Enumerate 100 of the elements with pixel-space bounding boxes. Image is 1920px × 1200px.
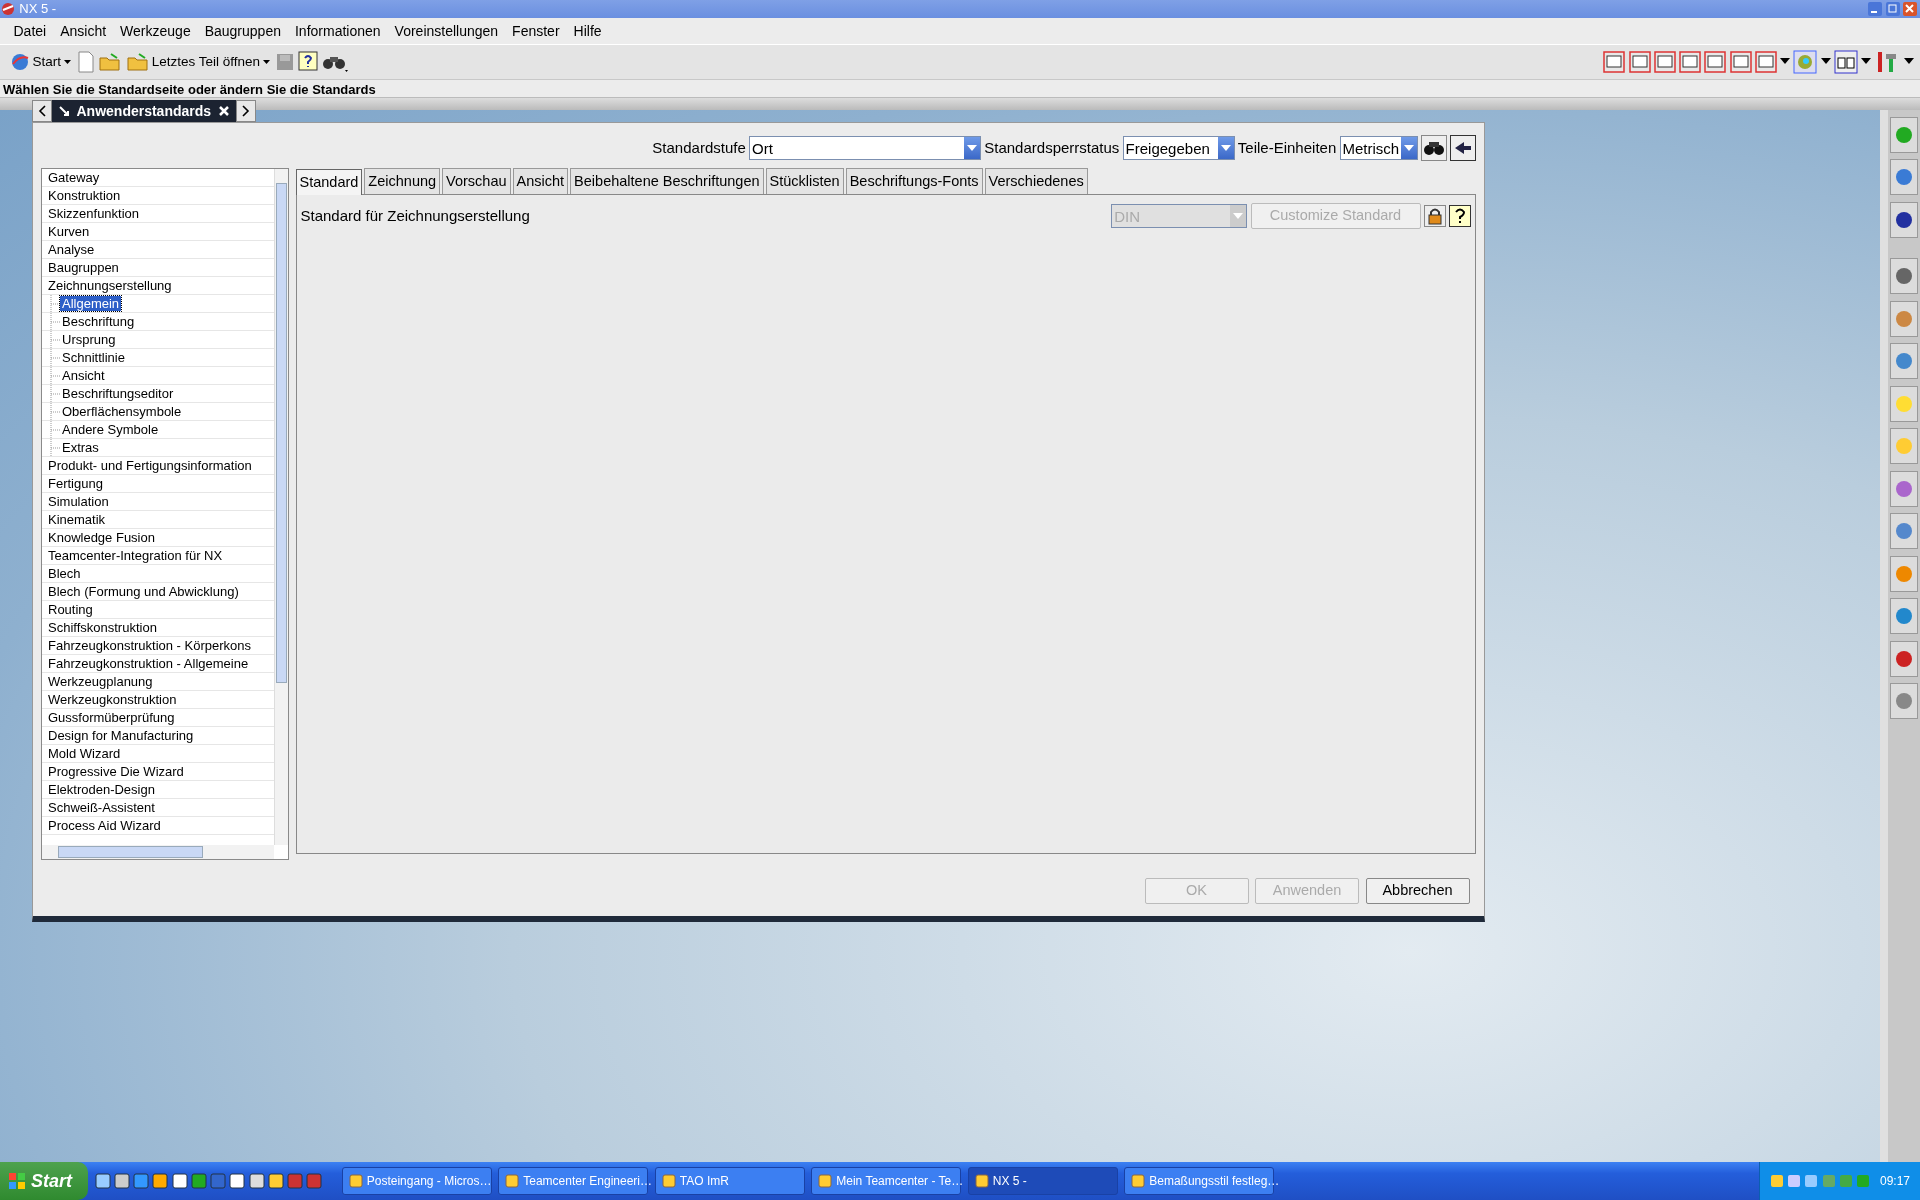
- dropdown-arrow-icon[interactable]: [1780, 58, 1790, 66]
- menu-item[interactable]: Hilfe: [566, 20, 609, 42]
- tree-item[interactable]: Schweiß-Assistent: [46, 799, 157, 815]
- previous-tab-button[interactable]: [32, 100, 52, 122]
- menu-item[interactable]: Datei: [6, 20, 54, 42]
- tree-item[interactable]: Konstruktion: [46, 187, 123, 203]
- layout-icon[interactable]: [1833, 50, 1858, 74]
- taskbar-button[interactable]: Posteingang - Micros…: [341, 1167, 492, 1195]
- open-folder-icon[interactable]: [98, 52, 121, 72]
- tree-item[interactable]: Knowledge Fusion: [46, 529, 157, 545]
- taskbar-button[interactable]: TAO ImR: [654, 1167, 805, 1195]
- quick-launch-icon[interactable]: [94, 1173, 111, 1189]
- tab[interactable]: Vorschau: [442, 167, 511, 195]
- start-button[interactable]: Start: [6, 51, 74, 73]
- quick-launch-icon[interactable]: [267, 1173, 284, 1189]
- tree-item[interactable]: Process Aid Wizard: [46, 817, 163, 833]
- taskbar-button[interactable]: NX 5 -: [967, 1167, 1118, 1195]
- tree-item[interactable]: Baugruppen: [46, 259, 121, 275]
- tree-item[interactable]: Elektroden-Design: [46, 781, 157, 797]
- tree-item[interactable]: Gussformüberprüfung: [46, 709, 177, 725]
- menu-item[interactable]: Informationen: [287, 20, 388, 42]
- quick-launch-icon[interactable]: [248, 1173, 265, 1189]
- tray-icon[interactable]: [1787, 1174, 1802, 1188]
- tree-item[interactable]: Werkzeugkonstruktion: [46, 691, 179, 707]
- dropdown-arrow-icon[interactable]: [1903, 58, 1914, 66]
- drawing-tool-icon[interactable]: [1704, 51, 1727, 73]
- tree-item[interactable]: Blech: [46, 565, 83, 581]
- dropdown-field[interactable]: Freigegeben: [1122, 136, 1235, 160]
- tray-icon[interactable]: [1769, 1174, 1784, 1188]
- drawing-tool-icon[interactable]: [1628, 51, 1651, 73]
- tree-item[interactable]: Fahrzeugkonstruktion - Allgemeine: [46, 655, 251, 671]
- tab[interactable]: Stücklisten: [765, 167, 844, 195]
- arrow-cursor-icon[interactable]: [1450, 135, 1476, 161]
- tree-item[interactable]: Fertigung: [46, 475, 105, 491]
- help-icon[interactable]: [1449, 205, 1471, 228]
- quick-launch-icon[interactable]: [113, 1173, 130, 1189]
- horizontal-scrollbar[interactable]: [42, 844, 274, 859]
- tab[interactable]: Standard: [295, 168, 363, 196]
- dialog-button[interactable]: Abbrechen: [1365, 877, 1470, 904]
- drawing-tool-icon[interactable]: [1603, 51, 1626, 73]
- tree-item[interactable]: Simulation: [46, 493, 111, 509]
- binoculars-icon[interactable]: [1420, 135, 1447, 161]
- tree-item[interactable]: Fahrzeugkonstruktion - Körperkons: [46, 637, 254, 653]
- quick-launch-icon[interactable]: [152, 1173, 169, 1189]
- drawing-tool-icon[interactable]: [1653, 51, 1676, 73]
- tree-item[interactable]: Analyse: [46, 241, 97, 257]
- tree-item[interactable]: Kinematik: [46, 511, 108, 527]
- tree-item[interactable]: Ursprung: [60, 331, 118, 347]
- help-icon[interactable]: [297, 51, 318, 73]
- new-file-icon[interactable]: [77, 51, 96, 73]
- tray-icon[interactable]: [1804, 1174, 1819, 1188]
- tree-item[interactable]: Zeichnungserstellung: [46, 277, 174, 293]
- resource-tab-icon[interactable]: [1890, 640, 1918, 677]
- tree-item[interactable]: Beschriftung: [60, 313, 137, 329]
- tree-item[interactable]: Ansicht: [60, 367, 107, 383]
- menu-item[interactable]: Fenster: [505, 20, 567, 42]
- next-tab-button[interactable]: [235, 100, 256, 122]
- restore-icon[interactable]: [1885, 2, 1900, 16]
- lock-icon[interactable]: [1423, 205, 1446, 228]
- tab[interactable]: Ansicht: [512, 167, 569, 195]
- taskbar-button[interactable]: Teamcenter Engineeri…: [498, 1167, 649, 1195]
- drawing-tool-icon[interactable]: [1754, 51, 1777, 73]
- tree-item[interactable]: Blech (Formung und Abwicklung): [46, 583, 241, 599]
- tree-item[interactable]: Teamcenter-Integration für NX: [46, 547, 225, 563]
- resource-tab-icon[interactable]: [1890, 258, 1918, 294]
- tree-item[interactable]: Produkt- und Fertigungsinformation: [46, 457, 254, 473]
- dialog-tab[interactable]: Anwenderstandards: [52, 100, 236, 122]
- menu-item[interactable]: Ansicht: [53, 20, 114, 42]
- menu-item[interactable]: Baugruppen: [197, 20, 288, 42]
- tree-item[interactable]: Skizzenfunktion: [46, 205, 142, 221]
- tree-item[interactable]: Andere Symbole: [60, 421, 161, 437]
- tree-item[interactable]: Mold Wizard: [46, 745, 123, 761]
- tree-item[interactable]: Design for Manufacturing: [46, 727, 196, 743]
- tree-item[interactable]: Beschriftungseditor: [60, 385, 176, 401]
- tree-item[interactable]: Extras: [60, 439, 101, 455]
- tree-item[interactable]: Kurven: [46, 223, 92, 239]
- tab[interactable]: Zeichnung: [364, 167, 441, 195]
- tab[interactable]: Beschriftungs-Fonts: [845, 167, 983, 195]
- tree-item[interactable]: Gateway: [46, 169, 102, 185]
- start-menu-button[interactable]: Start: [0, 1162, 88, 1200]
- tree-item[interactable]: Oberflächensymbole: [60, 403, 184, 419]
- drawing-tool-icon[interactable]: [1679, 51, 1701, 73]
- tree-item[interactable]: Werkzeugplanung: [46, 673, 155, 689]
- resource-tab-icon[interactable]: [1890, 201, 1918, 238]
- vertical-scrollbar[interactable]: [274, 168, 288, 845]
- tree-item[interactable]: Schnittlinie: [60, 349, 127, 365]
- dropdown-arrow-icon[interactable]: [1820, 58, 1831, 66]
- dropdown-arrow-icon[interactable]: [1861, 58, 1871, 66]
- taskbar-button[interactable]: Mein Teamcenter - Te…: [811, 1167, 962, 1195]
- tree-item[interactable]: Progressive Die Wizard: [46, 763, 186, 779]
- recent-part-button[interactable]: Letztes Teil öffnen: [123, 51, 274, 73]
- quick-launch-icon[interactable]: [229, 1173, 246, 1189]
- minimize-icon[interactable]: [1868, 2, 1883, 16]
- dropdown-field[interactable]: Ort: [749, 136, 981, 160]
- menu-item[interactable]: Werkzeuge: [113, 20, 198, 42]
- dropdown-field[interactable]: Metrisch: [1339, 136, 1418, 160]
- menu-item[interactable]: Voreinstellungen: [387, 20, 506, 42]
- tree-item[interactable]: Allgemein: [60, 295, 122, 311]
- tab[interactable]: Verschiedenes: [984, 167, 1088, 195]
- drawing-tool-icon[interactable]: [1729, 51, 1752, 73]
